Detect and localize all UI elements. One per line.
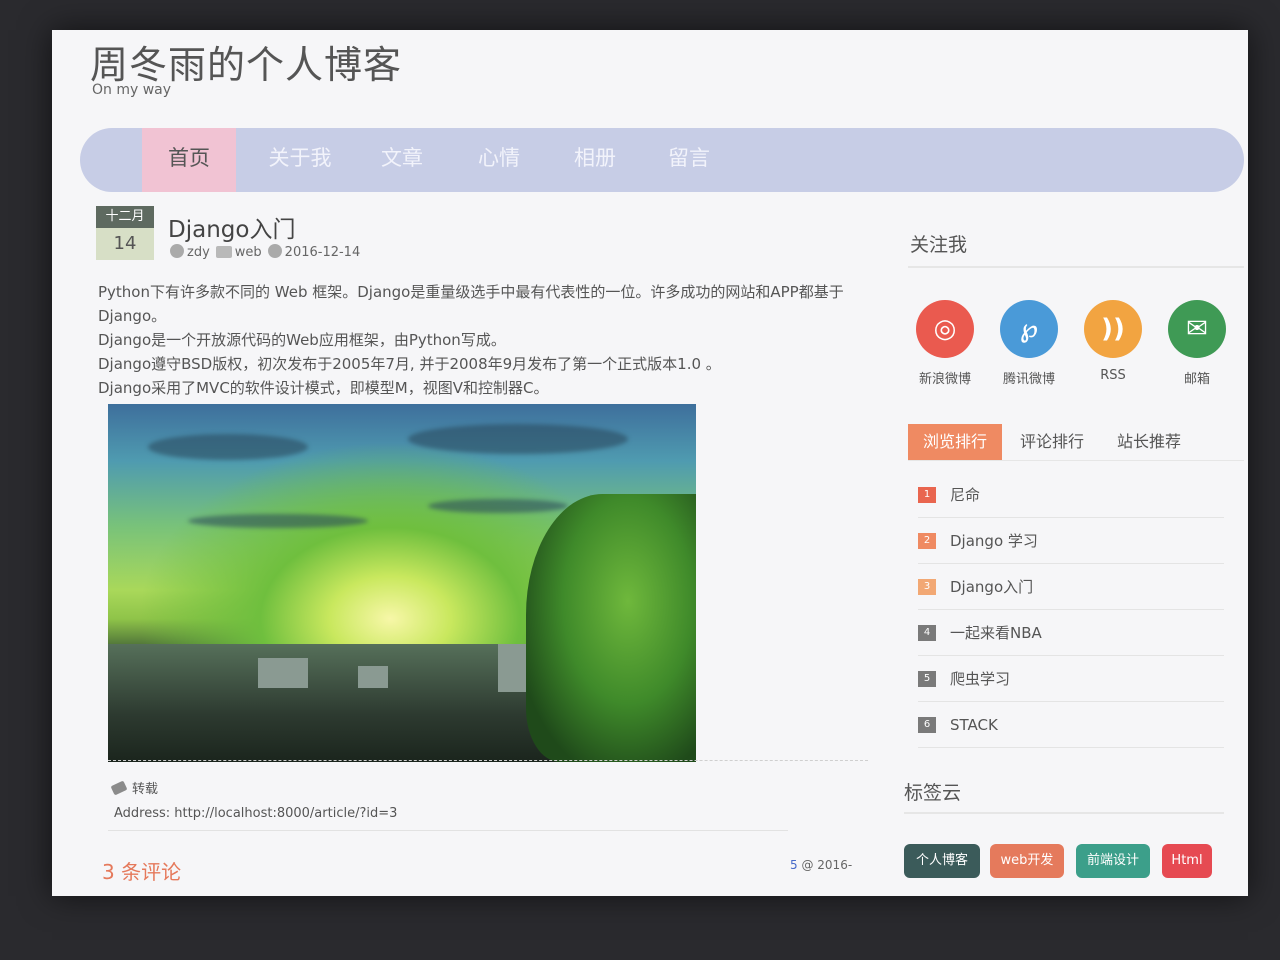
tag-cloud-heading: 标签云 (904, 782, 962, 804)
browser-screen: 周冬雨的个人博客 On my way 首页 关于我 文章 心情 相册 留言 十二… (52, 30, 1248, 896)
divider (108, 760, 868, 761)
tab-views-ranking[interactable]: 浏览排行 (908, 424, 1002, 460)
rank-number: 6 (918, 716, 936, 733)
date-badge: 十二月 14 (96, 206, 154, 260)
rss-icon[interactable]: )) (1084, 300, 1142, 358)
post-paragraph: Django遵守BSD版权，初次发布于2005年7月, 并于2008年9月发布了… (98, 355, 721, 373)
nav-item-articles[interactable]: 文章 (362, 128, 442, 192)
nav-item-mood[interactable]: 心情 (454, 128, 544, 192)
clock-icon (267, 244, 282, 258)
post-tag-label[interactable]: 转载 (132, 782, 158, 797)
date-day: 14 (96, 228, 154, 260)
list-item[interactable]: 6 STACK (918, 702, 1224, 748)
mail-icon[interactable]: ✉ (1168, 300, 1226, 358)
divider (908, 460, 1244, 461)
tab-recommended[interactable]: 站长推荐 (1104, 424, 1194, 460)
tree-shape (526, 494, 696, 762)
list-item[interactable]: 3 Django入门 (918, 564, 1224, 610)
follow-heading: 关注我 (910, 234, 968, 256)
comment-date: @ 2016- (801, 858, 853, 872)
rank-number: 3 (918, 578, 936, 595)
divider (904, 812, 1224, 814)
divider (108, 830, 788, 831)
category: web (215, 245, 262, 260)
author-name[interactable]: zdy (187, 245, 210, 260)
building (258, 658, 308, 688)
user-icon (170, 244, 184, 258)
social-weibo[interactable]: ◎ 新浪微博 (910, 300, 980, 387)
tag-cloud-item[interactable]: web开发 (990, 844, 1064, 878)
rank-title[interactable]: 一起来看NBA (950, 622, 1042, 643)
nav-item-about[interactable]: 关于我 (250, 128, 350, 192)
date-month: 十二月 (96, 206, 154, 228)
list-item[interactable]: 2 Django 学习 (918, 518, 1224, 564)
comment-meta: 5 @ 2016- (790, 858, 852, 872)
rank-number: 2 (918, 532, 936, 549)
category-name[interactable]: web (235, 245, 262, 260)
building (358, 666, 388, 688)
post-paragraph: Django是一个开放源代码的Web应用框架，由Python写成。 (98, 331, 506, 349)
tab-comments-ranking[interactable]: 评论排行 (1010, 424, 1094, 460)
post-meta: zdy web 2016-12-14 (170, 244, 360, 260)
cloud-shape (428, 499, 568, 513)
nav-item-home[interactable]: 首页 (142, 128, 236, 192)
post-paragraph: Python下有许多款不同的 Web 框架。Django是重量级选手中最有代表性… (98, 283, 844, 325)
cloud-shape (148, 434, 308, 460)
list-item[interactable]: 1 尼命 (918, 472, 1224, 518)
post-date: 2016-12-14 (267, 244, 361, 260)
rank-title[interactable]: STACK (950, 716, 998, 734)
social-rss[interactable]: )) RSS (1078, 300, 1148, 383)
post-image (108, 404, 696, 762)
author: zdy (170, 244, 210, 260)
tencent-weibo-icon[interactable]: ℘ (1000, 300, 1058, 358)
comments-count: 3 条评论 (102, 860, 182, 884)
comment-count: 5 (790, 858, 798, 872)
rank-number: 4 (918, 624, 936, 641)
weibo-icon[interactable]: ◎ (916, 300, 974, 358)
divider (908, 266, 1244, 268)
social-label: 邮箱 (1183, 372, 1210, 387)
rank-title[interactable]: 尼命 (950, 484, 980, 505)
social-tencent-weibo[interactable]: ℘ 腾讯微博 (994, 300, 1064, 387)
rank-title[interactable]: Django 学习 (950, 530, 1038, 551)
social-label: 新浪微博 (918, 372, 971, 387)
tag-cloud-item[interactable]: 前端设计 (1076, 844, 1150, 878)
main-nav: 首页 关于我 文章 心情 相册 留言 (80, 128, 1244, 192)
nav-item-album[interactable]: 相册 (550, 128, 640, 192)
rank-number: 5 (918, 670, 936, 687)
nav-item-guestbook[interactable]: 留言 (644, 128, 734, 192)
list-item[interactable]: 4 一起来看NBA (918, 610, 1224, 656)
rank-number: 1 (918, 486, 936, 503)
post-address: Address: http://localhost:8000/article/?… (114, 806, 398, 821)
social-label: RSS (1100, 368, 1126, 383)
social-mail[interactable]: ✉ 邮箱 (1162, 300, 1232, 387)
tag-icon (110, 780, 128, 796)
tag-cloud-item[interactable]: 个人博客 (904, 844, 980, 878)
tag-cloud-item[interactable]: Html (1162, 844, 1212, 878)
cloud-shape (408, 424, 628, 454)
rank-title[interactable]: 爬虫学习 (950, 668, 1010, 689)
site-title[interactable]: 周冬雨的个人博客 (90, 34, 402, 89)
post-title[interactable]: Django入门 (168, 210, 295, 244)
rank-title[interactable]: Django入门 (950, 576, 1033, 597)
social-label: 腾讯微博 (1002, 372, 1055, 387)
post-tag: 转载 (110, 778, 158, 797)
post-date-text: 2016-12-14 (284, 245, 361, 260)
folder-icon (215, 245, 232, 258)
post-paragraph: Django采用了MVC的软件设计模式，即模型M，视图V和控制器C。 (98, 379, 549, 397)
site-subtitle: On my way (92, 82, 172, 98)
cloud-shape (188, 514, 368, 528)
list-item[interactable]: 5 爬虫学习 (918, 656, 1224, 702)
post-body: Python下有许多款不同的 Web 框架。Django是重量级选手中最有代表性… (98, 280, 878, 400)
